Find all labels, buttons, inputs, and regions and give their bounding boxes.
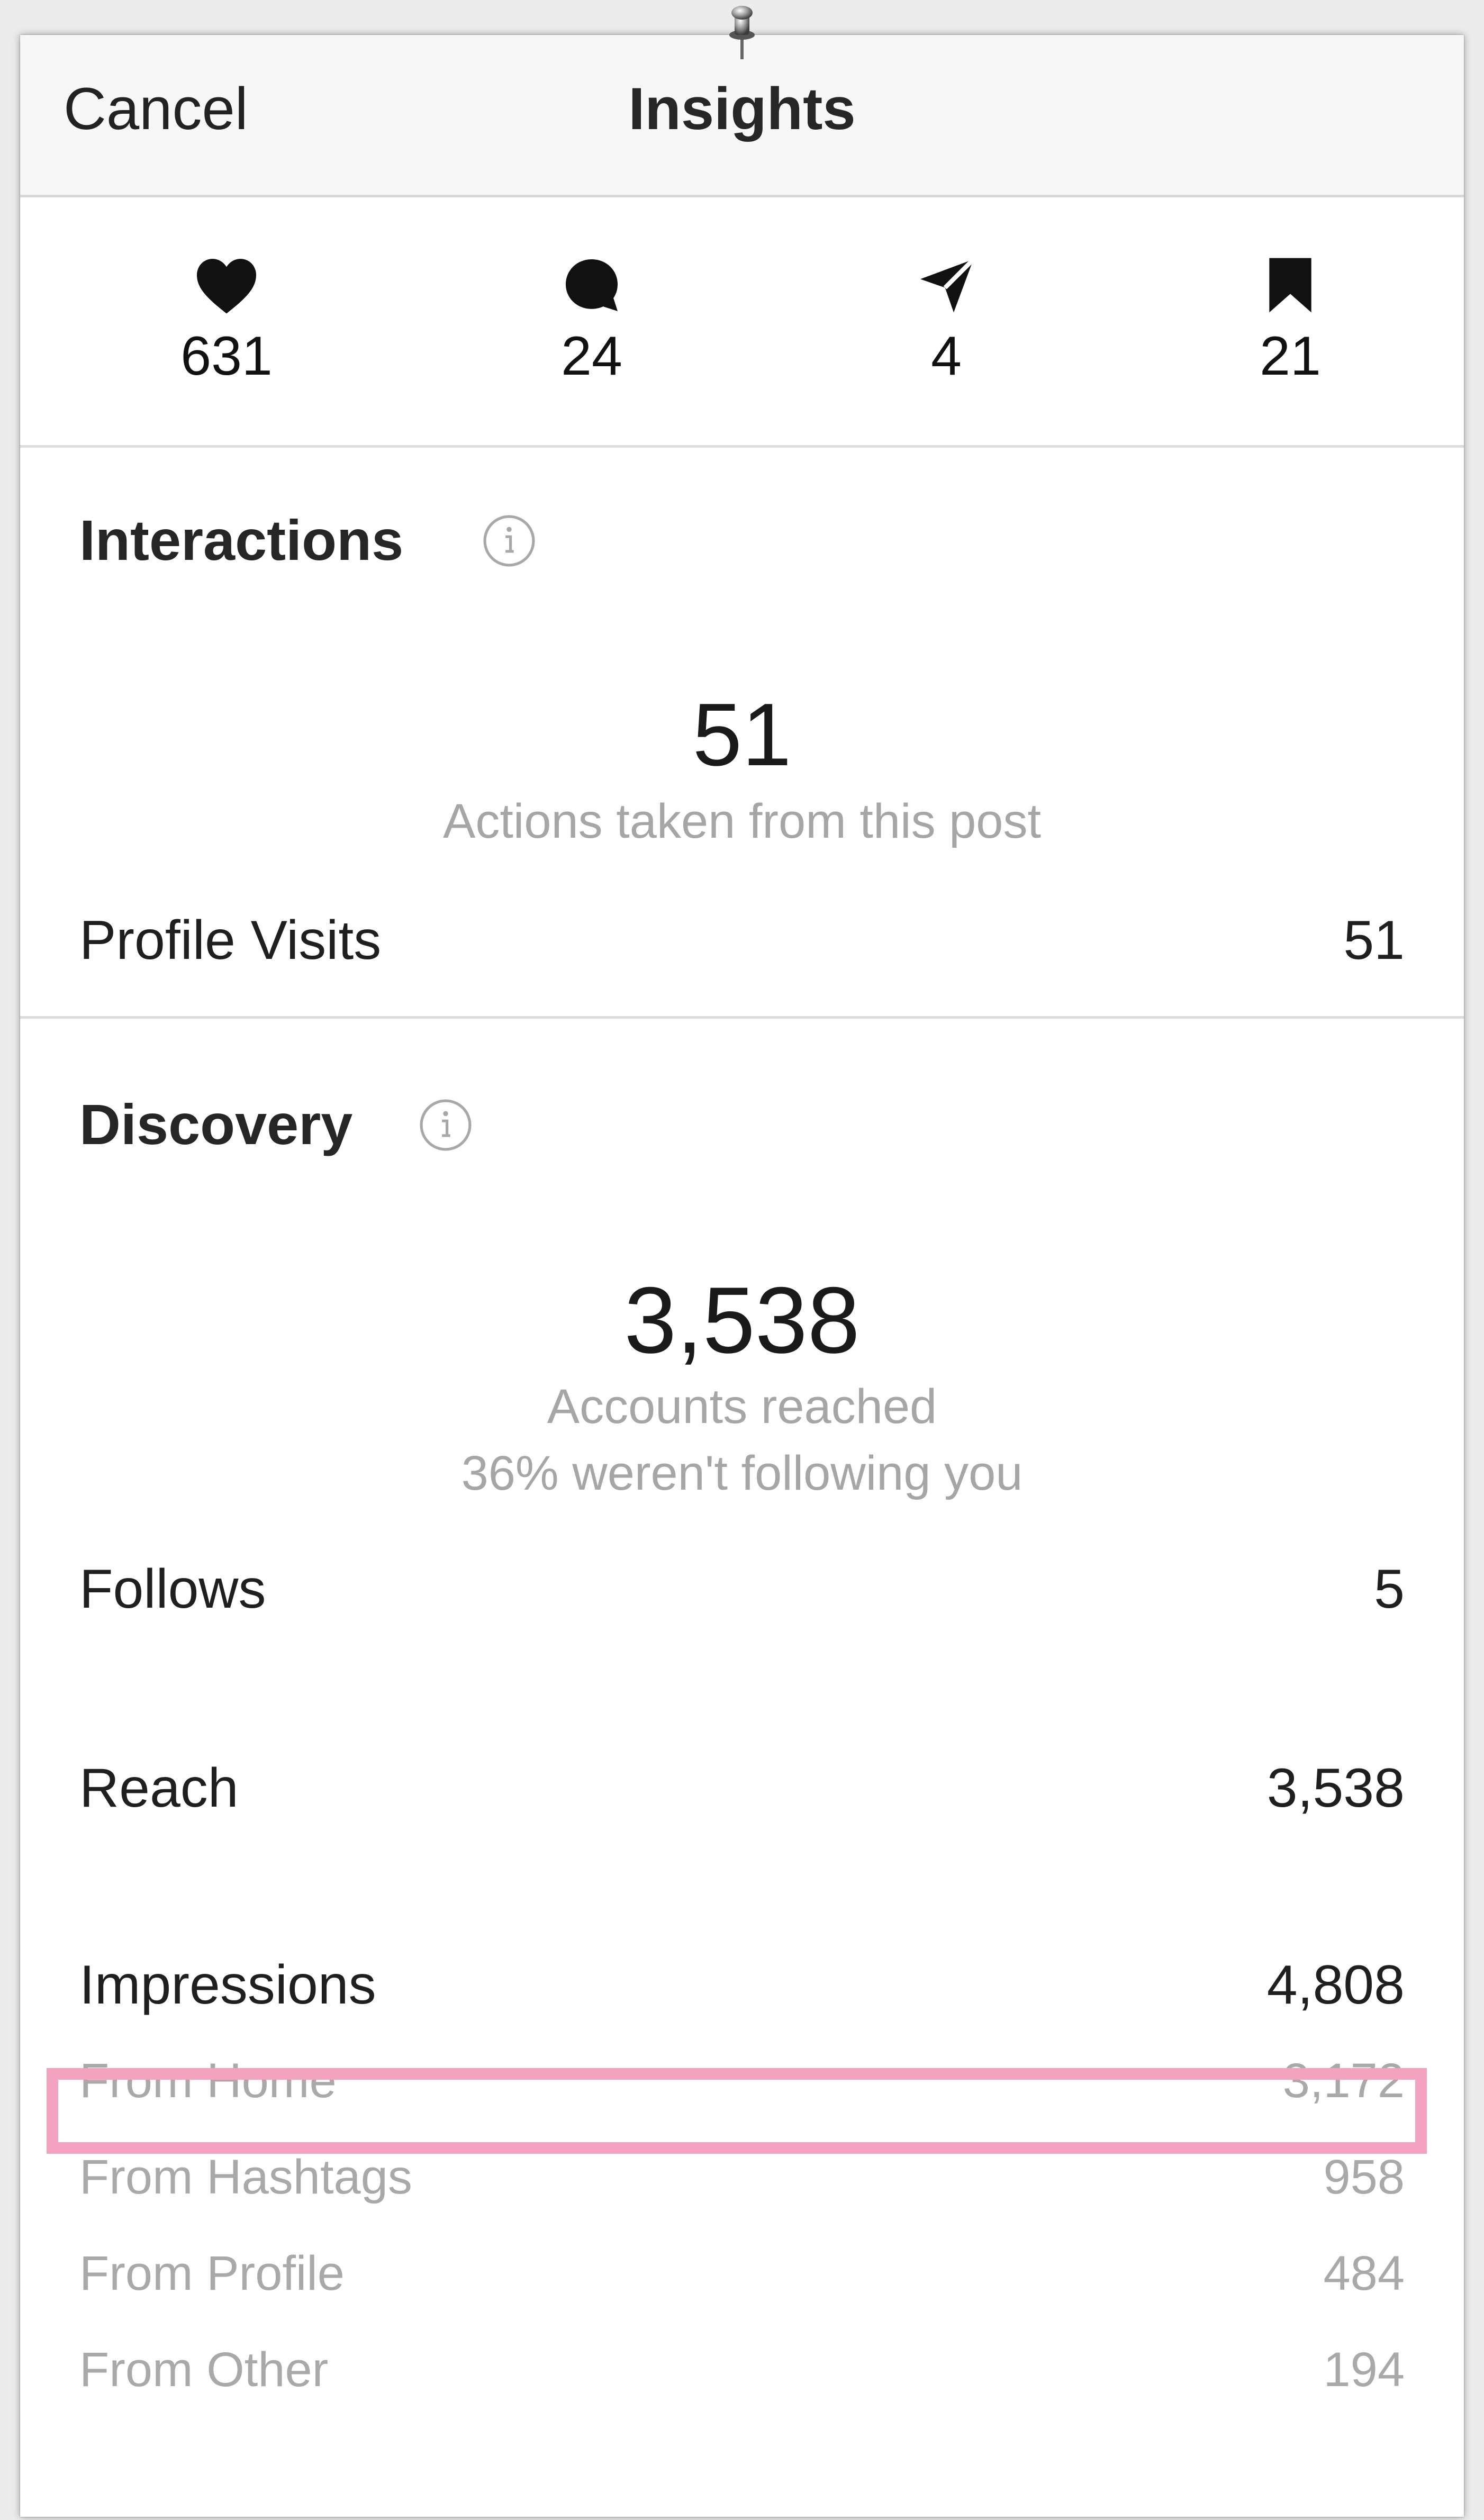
interactions-heading: Interactions: [79, 508, 404, 572]
saves-stat: 21: [1211, 256, 1370, 388]
from-profile-value: 484: [1323, 2246, 1405, 2300]
pushpin-icon: [729, 6, 755, 59]
from-home-value: 3,172: [1282, 2054, 1405, 2108]
comment-icon: [566, 259, 618, 311]
post-stats-bar: 631 24 4 21: [20, 197, 1464, 448]
insights-screen: Cancel Insights 631 24 4 21 Interactions…: [20, 35, 1464, 2517]
bookmark-icon: [1269, 258, 1311, 313]
from-other-value: 194: [1323, 2343, 1405, 2397]
comments-count: 24: [561, 325, 622, 387]
not-following-caption: 36% weren't following you: [461, 1446, 1023, 1500]
impressions-value: 4,808: [1266, 1954, 1405, 2016]
accounts-reached-caption: Accounts reached: [547, 1380, 937, 1434]
accounts-reached-total: 3,538: [624, 1267, 860, 1373]
from-profile-label: From Profile: [79, 2246, 345, 2300]
info-icon[interactable]: [418, 1098, 473, 1153]
comments-stat: 24: [512, 256, 671, 388]
reach-value: 3,538: [1266, 1757, 1405, 1819]
likes-count: 631: [180, 325, 273, 387]
interactions-total: 51: [692, 685, 792, 784]
from-hashtags-value: 958: [1323, 2150, 1405, 2204]
saves-count: 21: [1260, 325, 1321, 387]
from-home-label: From Home: [79, 2054, 337, 2108]
follows-label: Follows: [79, 1558, 266, 1620]
follows-value: 5: [1374, 1558, 1405, 1620]
profile-visits-value: 51: [1343, 910, 1405, 971]
shares-count: 4: [931, 325, 962, 387]
info-icon[interactable]: [482, 513, 537, 568]
cancel-button[interactable]: Cancel: [64, 72, 248, 146]
shares-stat: 4: [867, 256, 1026, 388]
share-icon: [920, 258, 975, 313]
profile-visits-label: Profile Visits: [79, 910, 382, 971]
heart-icon: [197, 259, 256, 314]
interactions-caption: Actions taken from this post: [442, 794, 1042, 848]
discovery-heading: Discovery: [79, 1092, 353, 1156]
likes-stat: 631: [147, 256, 306, 388]
reach-label: Reach: [79, 1757, 239, 1819]
from-hashtags-label: From Hashtags: [79, 2150, 412, 2204]
section-divider: [20, 1016, 1464, 1019]
impressions-label: Impressions: [79, 1954, 376, 2016]
from-other-label: From Other: [79, 2343, 329, 2397]
